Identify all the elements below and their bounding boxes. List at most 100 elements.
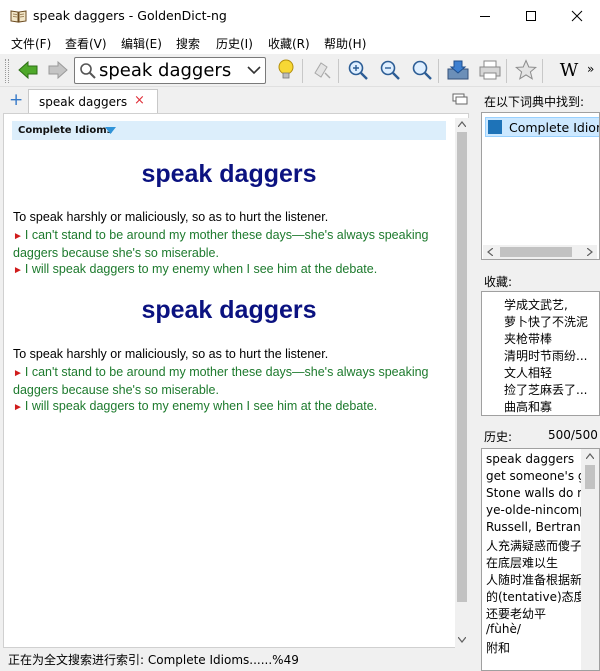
history-scrollbar[interactable]: [581, 449, 599, 670]
chevron-down-icon[interactable]: [247, 66, 261, 75]
forward-arrow-icon: [48, 60, 68, 80]
zoom-out-button[interactable]: [377, 57, 403, 83]
zoom-out-icon: [380, 60, 400, 80]
menu-edit[interactable]: 编辑(E): [121, 35, 162, 52]
favorites-label: 收藏:: [484, 275, 513, 289]
search-box[interactable]: [74, 57, 266, 84]
example: ► I can't stand to be around my mother th…: [13, 365, 429, 397]
close-window-button[interactable]: [554, 0, 600, 32]
list-item[interactable]: Russell, Bertranc: [486, 520, 587, 534]
star-icon: [515, 59, 537, 80]
save-icon: [447, 60, 469, 80]
menu-help[interactable]: 帮助(H): [324, 35, 366, 52]
toolbar-separator: [438, 59, 439, 83]
status-bar: 正在为全文搜索进行索引: Complete Idioms......%49: [0, 648, 472, 671]
list-item[interactable]: 文人相轻: [504, 364, 552, 381]
new-tab-button[interactable]: +: [9, 90, 23, 110]
print-button[interactable]: [477, 57, 503, 83]
list-item[interactable]: ye-olde-nincomp: [486, 503, 587, 517]
maximize-button[interactable]: [508, 0, 554, 32]
list-item[interactable]: 在底层难以生: [486, 554, 558, 571]
found-in-label: 在以下词典中找到:: [484, 95, 585, 109]
toolbar-separator: [338, 59, 339, 83]
wikipedia-icon: W: [559, 59, 579, 81]
menu-history[interactable]: 历史(I): [216, 35, 253, 52]
speaker-icon: [314, 62, 331, 79]
back-button[interactable]: [15, 57, 41, 83]
zoom-in-button[interactable]: [345, 57, 371, 83]
search-icon: [80, 63, 96, 79]
tab-list-icon[interactable]: [452, 93, 468, 107]
tab-close-button[interactable]: ×: [134, 93, 145, 108]
scrollbar-thumb[interactable]: [585, 465, 595, 489]
list-item[interactable]: 萝卜快了不洗泥: [504, 313, 588, 330]
pointer-icon: ►: [13, 265, 23, 276]
status-text: 正在为全文搜索进行索引: Complete Idioms......%49: [8, 653, 299, 667]
list-item[interactable]: 人充满疑惑而傻子: [486, 537, 582, 554]
minimize-button[interactable]: [462, 0, 508, 32]
menu-search[interactable]: 搜索: [176, 35, 200, 52]
list-item[interactable]: get someone's g: [486, 469, 586, 483]
pointer-icon: ►: [13, 231, 23, 242]
horizontal-scrollbar[interactable]: [483, 245, 597, 259]
dictionary-icon: [488, 120, 502, 134]
history-label: 历史:: [484, 430, 513, 444]
scan-popup-button[interactable]: [273, 57, 299, 83]
scroll-left-icon[interactable]: [487, 248, 493, 256]
list-item[interactable]: /fùhè/: [486, 622, 521, 636]
zoom-reset-button[interactable]: [409, 57, 435, 83]
headword: speak daggers: [141, 296, 317, 324]
list-item[interactable]: 的(tentative)态度: [486, 588, 586, 605]
tab-speak-daggers[interactable]: speak daggers ×: [28, 89, 158, 113]
toolbar: W »: [0, 54, 600, 87]
found-in-list: Complete Idioms: [481, 112, 600, 260]
pronounce-button[interactable]: [309, 57, 335, 83]
scrollbar-thumb[interactable]: [500, 247, 572, 257]
maximize-icon: [526, 11, 536, 21]
search-input[interactable]: [99, 60, 239, 81]
save-article-button[interactable]: [445, 57, 471, 83]
list-item[interactable]: 附和: [486, 639, 510, 656]
collapse-triangle-icon[interactable]: [105, 127, 116, 134]
menu-view[interactable]: 查看(V): [65, 35, 107, 52]
toolbar-overflow-button[interactable]: »: [587, 62, 594, 76]
list-item[interactable]: 清明时节雨纷...: [504, 347, 587, 364]
printer-icon: [479, 60, 501, 80]
zoom-reset-icon: [412, 60, 432, 80]
menu-favorites[interactable]: 收藏(R): [268, 35, 310, 52]
scroll-up-icon[interactable]: [586, 453, 594, 459]
scrollbar-thumb[interactable]: [457, 132, 467, 602]
definition: To speak harshly or maliciously, so as t…: [13, 347, 329, 361]
scroll-up-icon[interactable]: [458, 121, 466, 127]
list-item[interactable]: speak daggers: [486, 452, 574, 466]
list-item[interactable]: Stone walls do n: [486, 486, 585, 500]
add-to-favorites-button[interactable]: [513, 57, 539, 83]
list-item[interactable]: 学成文武艺,: [504, 296, 568, 313]
list-item[interactable]: 曲高和寡: [504, 398, 552, 415]
zoom-in-icon: [348, 60, 368, 80]
window-title: speak daggers - GoldenDict-ng: [33, 8, 227, 23]
forward-button[interactable]: [45, 57, 71, 83]
menu-file[interactable]: 文件(F): [11, 35, 51, 52]
pointer-icon: ►: [13, 402, 23, 413]
wikipedia-button[interactable]: W: [556, 57, 582, 83]
tab-bar: + speak daggers ×: [0, 87, 472, 113]
example: ► I will speak daggers to my enemy when I…: [13, 399, 378, 413]
toolbar-grip[interactable]: [5, 59, 9, 83]
example: ► I can't stand to be around my mother th…: [13, 228, 429, 260]
article-scrollbar[interactable]: [455, 118, 469, 648]
back-arrow-icon: [18, 60, 38, 80]
dictionary-header[interactable]: Complete Idioms: [12, 121, 446, 140]
list-item[interactable]: 还要老幼平: [486, 605, 546, 622]
favorites-list: 学成文武艺, 萝卜快了不洗泥 夹枪带棒 清明时节雨纷... 文人相轻 捡了芝麻丢…: [481, 291, 600, 416]
scroll-right-icon[interactable]: [587, 248, 593, 256]
list-item[interactable]: Complete Idioms: [485, 117, 599, 137]
list-item[interactable]: 人随时准备根据新: [486, 571, 582, 588]
list-item[interactable]: 夹枪带棒: [504, 330, 552, 347]
history-list: speak daggers get someone's g Stone wall…: [481, 448, 600, 671]
minimize-icon: [480, 16, 490, 17]
list-item[interactable]: 捡了芝麻丢了...: [504, 381, 587, 398]
toolbar-separator: [542, 59, 543, 83]
scroll-down-icon[interactable]: [458, 637, 466, 643]
menu-bar: 文件(F) 查看(V) 编辑(E) 搜索 历史(I) 收藏(R) 帮助(H): [0, 32, 600, 54]
